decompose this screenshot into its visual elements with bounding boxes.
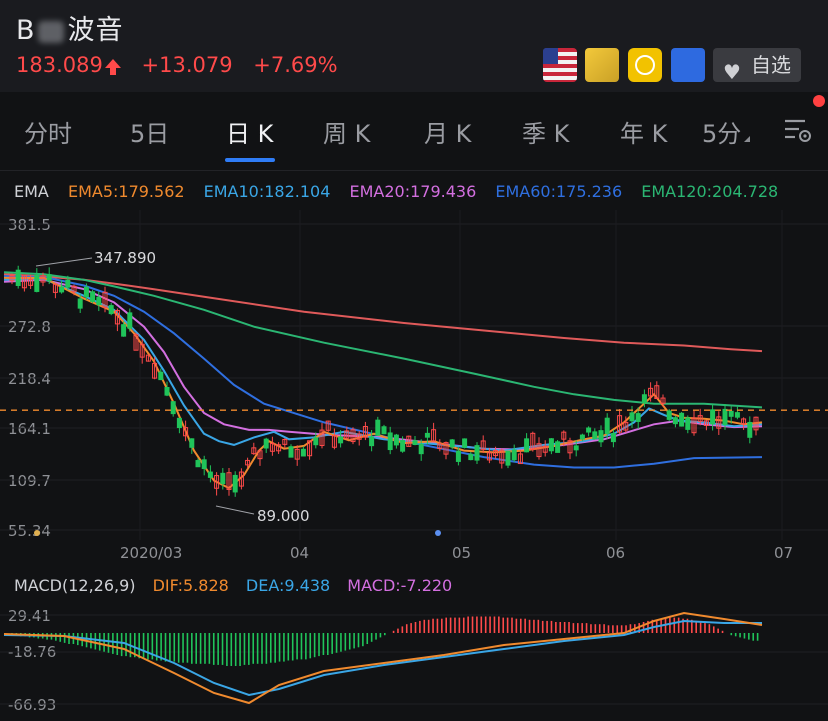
candle-body [158, 371, 164, 381]
candle-body [121, 324, 127, 337]
candle-body [474, 445, 480, 461]
candle-body [46, 274, 52, 282]
candle-body [207, 471, 213, 478]
candle-body [672, 417, 678, 425]
candle-body [127, 312, 133, 329]
candle-body [77, 298, 83, 309]
candle-body [418, 443, 424, 455]
candle-body [734, 412, 740, 418]
candle-body [400, 440, 406, 452]
candle-body [108, 305, 114, 315]
high-marker-line [35, 257, 93, 267]
candle-body [176, 417, 182, 429]
ema120-line [3, 271, 763, 409]
candle-body [313, 437, 319, 446]
candle-body [83, 286, 89, 298]
candle-body [263, 438, 269, 449]
candle-body [375, 419, 381, 436]
ema20-line [3, 278, 763, 451]
candle-body [685, 417, 691, 430]
candle-body [65, 279, 71, 288]
candle-body [462, 438, 468, 448]
candle-body [189, 438, 195, 448]
low-marker-line [215, 505, 255, 515]
candle-body [505, 450, 511, 466]
candle-body [579, 434, 585, 440]
candle-body [381, 426, 387, 435]
candle-body [610, 433, 616, 443]
candle-body [34, 274, 40, 292]
candle-body [449, 439, 455, 448]
candle-body [573, 445, 579, 451]
candle-body [592, 431, 598, 440]
candle-body [369, 436, 375, 447]
candle-body [468, 453, 474, 461]
candle-body [232, 474, 238, 493]
candle-body [666, 410, 672, 420]
candle-body [747, 421, 753, 438]
candle-body [170, 401, 176, 415]
candle-body [641, 394, 647, 404]
candle-body [393, 434, 399, 446]
event-dot-2 [34, 530, 40, 536]
candle-body [412, 440, 418, 445]
kline-chart[interactable]: 347.890 89.000 [0, 0, 828, 721]
candle-body [722, 408, 728, 426]
candle-body [15, 269, 21, 286]
high-label: 347.890 [94, 249, 156, 267]
candle-body [635, 413, 641, 422]
candle-body [387, 432, 393, 451]
candle-body [679, 412, 685, 427]
candle-body [710, 409, 716, 425]
candle-body [201, 459, 207, 470]
low-label: 89.000 [257, 507, 310, 525]
candle-body [300, 448, 306, 457]
candle-body [604, 417, 610, 435]
candle-body [728, 410, 734, 417]
candle-body [629, 412, 635, 422]
candle-body [511, 449, 517, 461]
candle-body [59, 286, 65, 293]
candle-body [164, 387, 170, 396]
candle-body [455, 450, 461, 462]
candle-body [598, 430, 604, 443]
candle-body [424, 432, 430, 438]
candle-body [555, 441, 561, 453]
candle-body [524, 438, 530, 453]
candle-body [288, 446, 294, 458]
candle-body [586, 427, 592, 433]
candle-body [90, 291, 96, 302]
candle-body [195, 460, 201, 468]
candle-body [220, 472, 226, 485]
candle-body [338, 436, 344, 444]
candle-body [96, 296, 102, 306]
candle-body [548, 438, 554, 452]
event-dot [435, 530, 441, 536]
